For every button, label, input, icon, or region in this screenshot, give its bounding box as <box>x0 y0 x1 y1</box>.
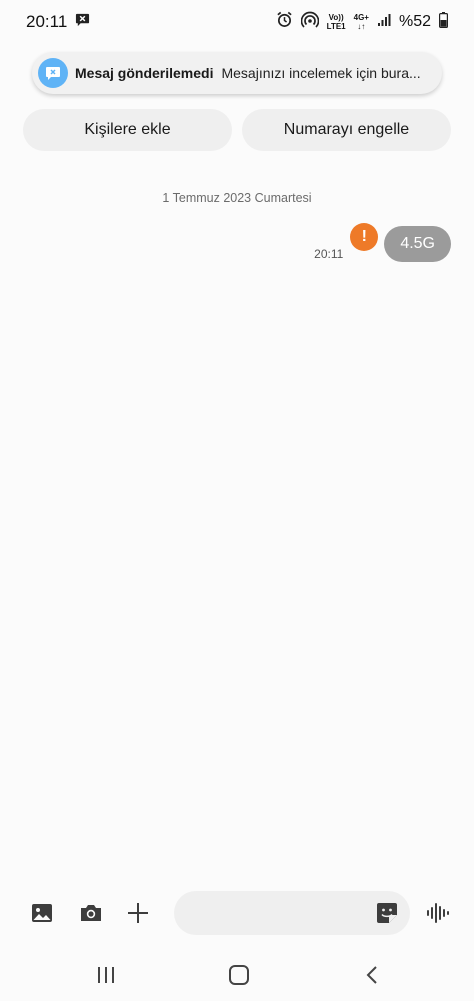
status-time: 20:11 <box>26 12 68 31</box>
network-type-indicator: 4G+ ↓↑ <box>353 13 369 31</box>
message-input-container <box>174 891 410 937</box>
send-failed-icon[interactable]: ! <box>350 223 379 251</box>
signal-icon <box>377 13 391 32</box>
notification-banner[interactable]: Mesaj gönderilemedi Mesajınızı incelemek… <box>32 52 442 94</box>
sticker-icon[interactable] <box>374 900 400 926</box>
message-blocked-icon <box>75 12 90 32</box>
message-row: 20:11 ! 4.5G <box>314 223 451 262</box>
notification-body: Mesajınızı incelemek için bura... <box>221 65 421 81</box>
message-bubble[interactable]: 4.5G <box>384 226 451 262</box>
battery-percent: %52 <box>398 13 431 30</box>
alarm-icon <box>276 11 293 33</box>
volte-indicator: Vo)) LTE1 <box>326 13 346 31</box>
status-right: Vo)) LTE1 4G+ ↓↑ %52 <box>276 11 449 34</box>
battery-icon <box>439 11 449 33</box>
navigation-bar <box>0 955 474 995</box>
message-error-icon <box>38 58 68 88</box>
recents-icon[interactable] <box>94 963 118 987</box>
contact-actions: Kişilere ekle Numarayı engelle <box>23 109 451 151</box>
status-bar: 20:11 Vo)) LTE1 4G+ ↓↑ %52 <box>0 0 474 44</box>
back-icon[interactable] <box>360 963 384 987</box>
add-to-contacts-button[interactable]: Kişilere ekle <box>23 109 232 151</box>
message-input[interactable] <box>190 891 374 937</box>
message-composer <box>0 890 474 937</box>
block-number-button[interactable]: Numarayı engelle <box>242 109 451 151</box>
plus-icon[interactable] <box>125 900 151 926</box>
hotspot-icon <box>300 11 319 34</box>
voice-icon[interactable] <box>425 900 451 926</box>
gallery-icon[interactable] <box>29 900 55 926</box>
home-icon[interactable] <box>227 963 251 987</box>
status-left: 20:11 <box>26 12 90 32</box>
message-time: 20:11 <box>314 247 344 261</box>
date-divider: 1 Temmuz 2023 Cumartesi <box>162 191 312 205</box>
notification-title: Mesaj gönderilemedi <box>75 65 214 81</box>
camera-icon[interactable] <box>78 900 104 926</box>
